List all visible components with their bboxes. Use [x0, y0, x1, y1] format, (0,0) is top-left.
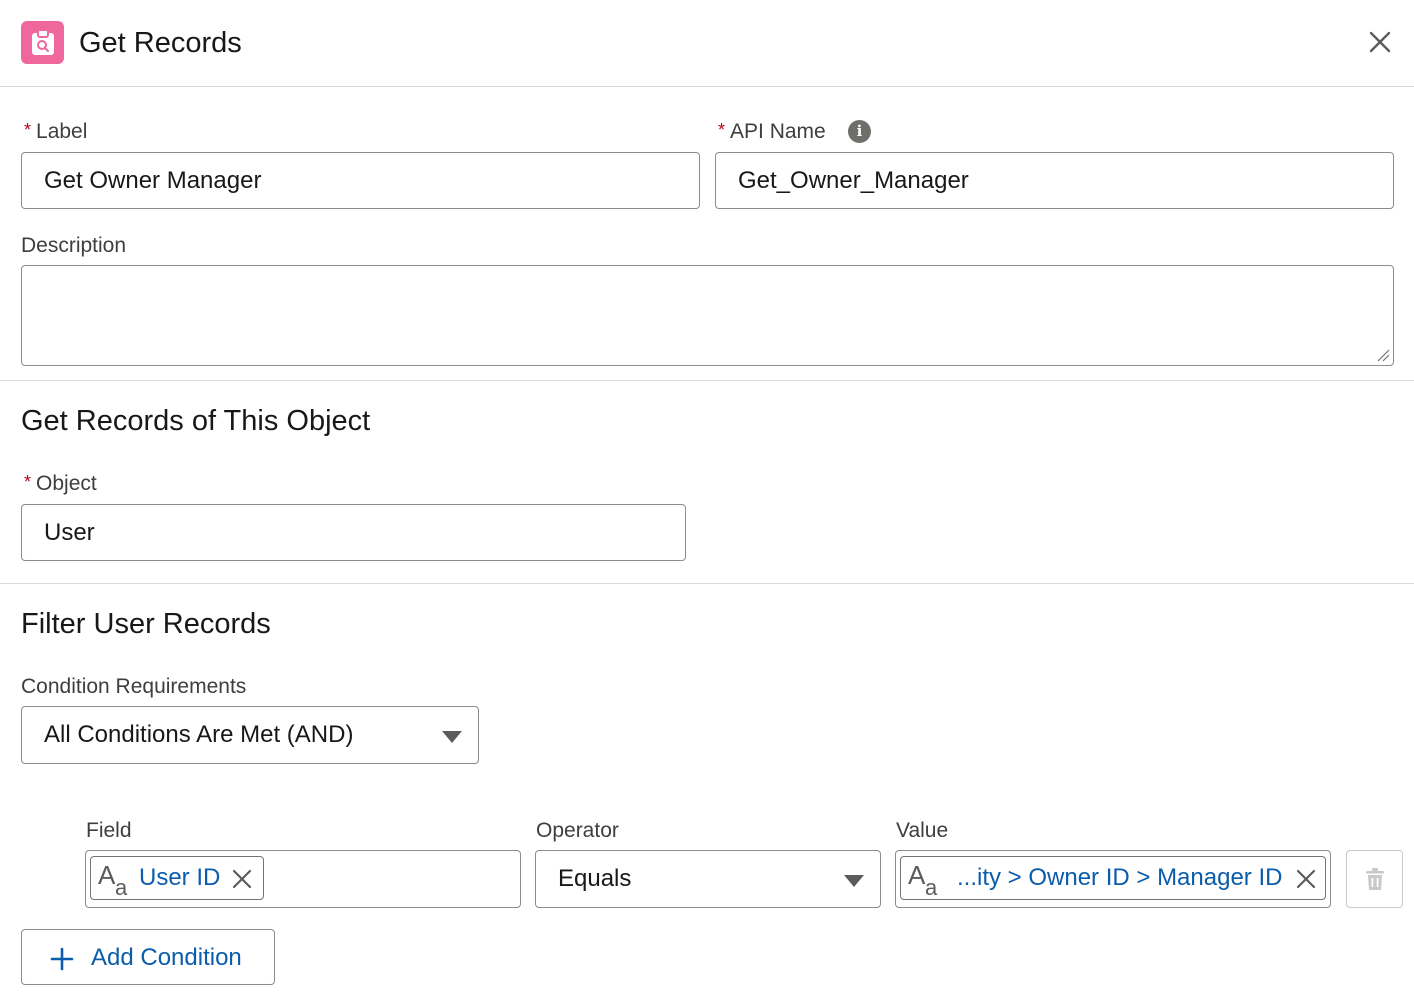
api-name-input[interactable]: Get_Owner_Manager — [715, 152, 1394, 209]
object-section-title: Get Records of This Object — [21, 405, 371, 437]
chevron-down-icon — [442, 731, 462, 743]
condition-value-input[interactable]: A a ...ity > Owner ID > Manager ID — [895, 850, 1331, 908]
description-field-label: Description — [21, 234, 127, 257]
add-condition-button[interactable]: Add Condition — [21, 929, 275, 985]
close-icon — [1369, 31, 1391, 53]
close-icon — [1296, 869, 1316, 889]
trash-icon — [1365, 868, 1384, 890]
remove-field-button[interactable] — [230, 867, 254, 891]
modal-header: Get Records — [0, 0, 1414, 87]
description-textarea[interactable] — [21, 265, 1394, 366]
label-input[interactable]: Get Owner Manager — [21, 152, 700, 209]
object-input[interactable]: User — [21, 504, 686, 561]
condition-requirements-select[interactable]: All Conditions Are Met (AND) — [21, 706, 479, 764]
condition-requirements-label: Condition Requirements — [21, 675, 247, 698]
svg-text:A: A — [98, 860, 116, 890]
operator-select[interactable]: Equals — [535, 850, 881, 908]
remove-value-button[interactable] — [1294, 867, 1318, 891]
delete-condition-button[interactable] — [1346, 850, 1403, 908]
svg-text:A: A — [908, 860, 926, 890]
required-marker: * — [24, 120, 32, 140]
svg-text:a: a — [925, 875, 938, 898]
svg-text:a: a — [115, 875, 128, 898]
value-pill[interactable]: A a ...ity > Owner ID > Manager ID — [900, 856, 1326, 900]
required-marker: * — [718, 120, 726, 140]
info-icon[interactable]: i — [848, 120, 871, 143]
text-type-icon: A a — [98, 860, 128, 898]
filter-section-title: Filter User Records — [21, 608, 271, 640]
text-type-icon: A a — [908, 860, 938, 898]
value-column-label: Value — [896, 819, 949, 842]
section-divider — [0, 583, 1414, 584]
operator-column-label: Operator — [536, 819, 619, 842]
close-icon — [232, 869, 252, 889]
section-divider — [0, 380, 1414, 381]
value-pill-label: ...ity > Owner ID > Manager ID — [957, 864, 1283, 891]
object-field-label: * Object — [24, 472, 97, 495]
add-condition-label: Add Condition — [91, 944, 242, 971]
resize-handle-icon[interactable] — [1376, 348, 1390, 362]
field-column-label: Field — [86, 819, 132, 842]
close-button[interactable] — [1364, 26, 1396, 58]
get-records-icon — [21, 21, 64, 64]
required-marker: * — [24, 472, 32, 492]
api-name-field-label: * API Name — [718, 120, 826, 143]
chevron-down-icon — [844, 875, 864, 887]
condition-field-input[interactable]: A a User ID — [85, 850, 521, 908]
modal-title: Get Records — [79, 27, 242, 59]
field-pill-label: User ID — [139, 864, 221, 891]
label-field-label: * Label — [24, 120, 88, 143]
field-pill[interactable]: A a User ID — [90, 856, 264, 900]
plus-icon — [50, 947, 74, 971]
